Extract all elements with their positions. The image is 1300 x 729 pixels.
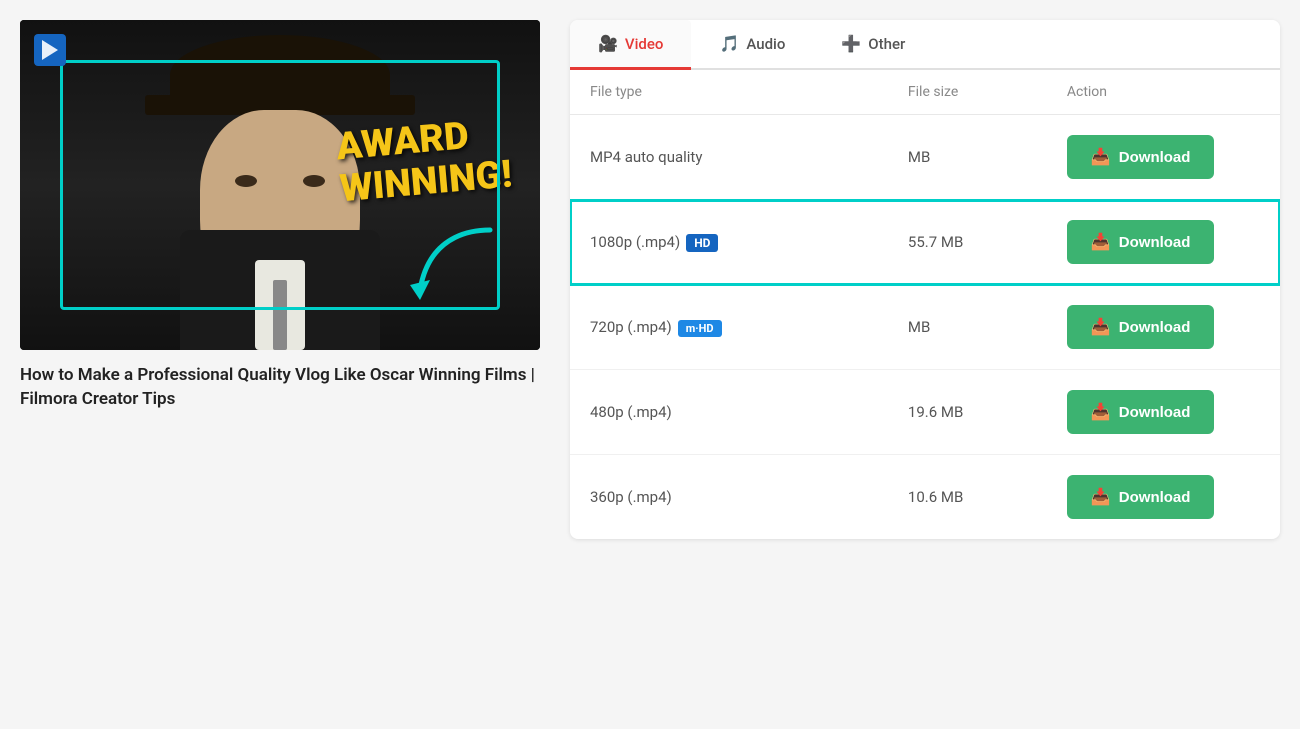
download-button[interactable]: 📥 Download (1067, 305, 1215, 349)
award-text: AWARD WINNING! (334, 113, 513, 211)
tab-video-label: Video (625, 35, 664, 53)
header-action: Action (1047, 70, 1280, 115)
download-button[interactable]: 📥 Download (1067, 475, 1215, 519)
cell-filetype: 360p (.mp4) (570, 455, 888, 540)
filetype-label: 480p (.mp4) (590, 403, 672, 421)
cell-action: 📥 Download (1047, 455, 1280, 540)
cell-filetype: 720p (.mp4) m·HD (570, 285, 888, 370)
download-icon: 📥 (1091, 232, 1111, 252)
download-label: Download (1119, 319, 1191, 336)
table-row: MP4 auto quality MB 📥 Download (570, 115, 1280, 200)
cell-filetype: MP4 auto quality (570, 115, 888, 200)
table-row: 480p (.mp4) 19.6 MB 📥 Download (570, 370, 1280, 455)
filmora-logo (32, 32, 68, 68)
left-panel: AWARD WINNING! How (20, 20, 540, 539)
tab-other[interactable]: ➕ Other (813, 20, 933, 70)
filetype-label: 720p (.mp4) (590, 318, 672, 336)
cell-filesize: 55.7 MB (888, 200, 1047, 285)
cell-filetype: 1080p (.mp4) HD (570, 200, 888, 285)
cell-action: 📥 Download (1047, 370, 1280, 455)
download-label: Download (1119, 404, 1191, 421)
download-icon: 📥 (1091, 487, 1111, 507)
table-row: 1080p (.mp4) HD 55.7 MB 📥 Download (570, 200, 1280, 285)
download-icon: 📥 (1091, 402, 1111, 422)
tab-audio[interactable]: 🎵 Audio (691, 20, 813, 70)
tab-other-label: Other (868, 35, 905, 53)
quality-badge: m·HD (678, 320, 722, 337)
download-label: Download (1119, 234, 1191, 251)
tab-audio-label: Audio (746, 35, 785, 53)
cell-filesize: MB (888, 285, 1047, 370)
filetype-label: 1080p (.mp4) (590, 233, 680, 251)
audio-tab-icon: 🎵 (719, 34, 739, 53)
eye-right (303, 175, 325, 187)
download-icon: 📥 (1091, 147, 1111, 167)
table-row: 360p (.mp4) 10.6 MB 📥 Download (570, 455, 1280, 540)
download-button[interactable]: 📥 Download (1067, 390, 1215, 434)
video-tab-icon: 🎥 (598, 34, 618, 53)
download-icon: 📥 (1091, 317, 1111, 337)
other-tab-icon: ➕ (841, 34, 861, 53)
quality-badge: HD (686, 234, 718, 252)
download-button[interactable]: 📥 Download (1067, 220, 1215, 264)
download-button[interactable]: 📥 Download (1067, 135, 1215, 179)
right-panel: 🎥 Video 🎵 Audio ➕ Other File type File s… (570, 20, 1280, 539)
header-filetype: File type (570, 70, 888, 115)
cell-filesize: 10.6 MB (888, 455, 1047, 540)
video-thumbnail: AWARD WINNING! (20, 20, 540, 350)
cell-action: 📥 Download (1047, 285, 1280, 370)
tabs-container: 🎥 Video 🎵 Audio ➕ Other (570, 20, 1280, 70)
download-label: Download (1119, 489, 1191, 506)
video-title: How to Make a Professional Quality Vlog … (20, 364, 540, 412)
cell-action: 📥 Download (1047, 115, 1280, 200)
cell-filetype: 480p (.mp4) (570, 370, 888, 455)
header-filesize: File size (888, 70, 1047, 115)
table-row: 720p (.mp4) m·HD MB 📥 Download (570, 285, 1280, 370)
download-label: Download (1119, 149, 1191, 166)
filetype-label: 360p (.mp4) (590, 488, 672, 506)
cell-filesize: 19.6 MB (888, 370, 1047, 455)
cell-action: 📥 Download (1047, 200, 1280, 285)
cell-filesize: MB (888, 115, 1047, 200)
eye-left (235, 175, 257, 187)
filetype-label: MP4 auto quality (590, 148, 702, 166)
tab-video[interactable]: 🎥 Video (570, 20, 691, 70)
download-table: File type File size Action MP4 auto qual… (570, 70, 1280, 539)
main-container: AWARD WINNING! How (20, 20, 1280, 539)
